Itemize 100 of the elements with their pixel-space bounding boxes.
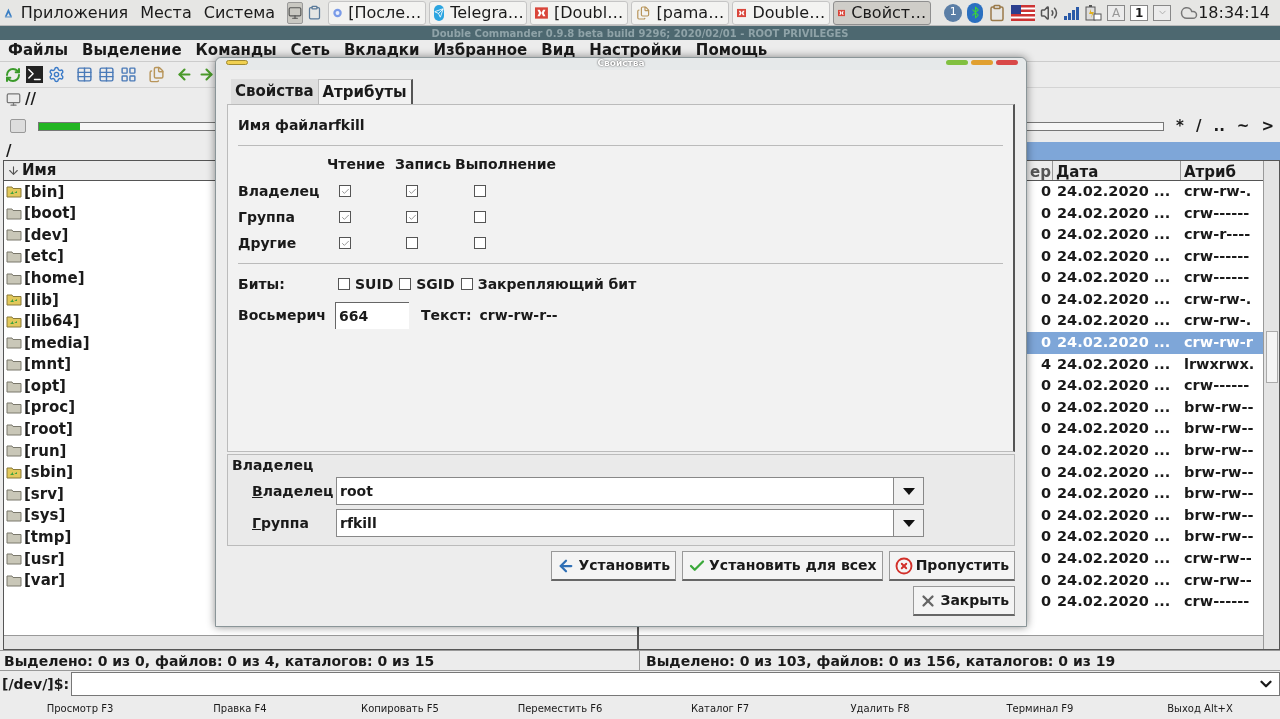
folder-name[interactable]: [home] [24,266,85,290]
folder-name[interactable]: [bin] [24,180,65,204]
function-key-button[interactable]: Переместить F6 [480,700,640,716]
function-key-button[interactable]: Каталог F7 [640,700,800,716]
checkbox[interactable] [339,237,351,249]
table-icon[interactable] [98,66,115,83]
grid-icon[interactable] [120,66,137,83]
task-button[interactable]: Telegra… [429,0,528,25]
clipboard-icon[interactable] [988,3,1007,22]
speaker-icon[interactable] [1040,3,1059,22]
folder-name[interactable]: [srv] [24,482,64,506]
checkbox[interactable] [339,185,351,197]
size-cell-text: 0 [1039,311,1052,331]
dialog-button[interactable]: Установить [551,551,677,581]
folder-name[interactable]: [var] [24,569,65,592]
checkbox-label[interactable]: SGID [416,273,455,295]
checkbox[interactable] [399,278,412,290]
folder-name[interactable]: [lib] [24,288,59,311]
folder-name[interactable]: [lib64] [24,310,80,333]
menu-item[interactable]: Выделение [82,39,182,62]
task-button[interactable]: Double… [732,0,831,25]
refresh-icon[interactable] [5,66,21,83]
notification-badge[interactable]: 1 [944,3,963,22]
function-key-button[interactable]: Просмотр F3 [0,700,160,716]
task-button[interactable]: [Doubl… [530,0,629,25]
close-button[interactable] [996,60,1018,65]
scrollbar-thumb[interactable] [1265,331,1278,383]
function-key-button[interactable]: Терминал F9 [960,700,1120,716]
folder-name[interactable]: [dev] [24,223,69,247]
folder-name[interactable]: [usr] [24,547,65,571]
function-key-button[interactable]: Копировать F5 [320,700,480,716]
table-icon[interactable] [76,66,93,83]
folder-name[interactable]: [sys] [24,504,66,527]
folder-name[interactable]: [media] [24,331,90,355]
panel-menu[interactable]: Места [140,0,192,25]
path-shortcut[interactable]: ~ [1236,114,1250,138]
checkbox[interactable] [406,211,418,223]
dialog-button[interactable]: Закрыть [913,586,1015,616]
panel-menu[interactable]: Приложения [20,0,129,25]
folder-name[interactable]: [sbin] [24,461,74,484]
checkbox[interactable] [460,278,473,290]
dropdown-field[interactable]: rfkill [336,509,924,537]
checkbox-label[interactable]: Закрепляющий бит [477,273,637,295]
window-menu-button[interactable] [226,60,248,65]
function-key-button[interactable]: Правка F4 [160,700,320,716]
forward-icon[interactable] [198,66,215,83]
battery-icon[interactable] [1084,3,1103,22]
octal-input[interactable]: 664 [335,302,409,329]
launcher-button[interactable] [287,1,304,24]
drive-button[interactable] [10,119,26,133]
path-shortcut[interactable]: / [1195,114,1202,138]
menu-item[interactable]: Файлы [8,39,69,62]
flag-icon[interactable] [1011,4,1036,21]
folder-name[interactable]: [run] [24,439,67,463]
checkbox[interactable] [474,211,486,223]
date-cell-text: 24.02.2020 ... [1056,354,1172,374]
path-shortcut[interactable]: .. [1213,114,1225,138]
dropdown-field[interactable]: root [336,477,924,505]
folder-name[interactable]: [opt] [24,374,66,398]
folder-name[interactable]: [tmp] [24,526,72,549]
path-shortcut[interactable]: > [1261,114,1274,138]
folder-name[interactable]: [root] [24,418,73,441]
column-header[interactable]: Дата [1053,161,1181,180]
task-button[interactable]: [После… [328,0,427,25]
panel-menu[interactable]: Система [203,0,276,25]
checkbox[interactable] [474,237,486,249]
size-cell-text: 0 [1039,246,1052,266]
horizontal-scrollbar[interactable] [4,635,637,649]
dialog-button[interactable]: Пропустить [888,551,1015,581]
function-key-button[interactable]: Выход Alt+X [1120,700,1280,716]
back-icon[interactable] [176,66,193,83]
path-shortcut[interactable]: * [1176,114,1184,138]
terminal-icon[interactable] [26,66,43,83]
network-drive-icon[interactable] [6,91,21,107]
checkbox[interactable] [406,237,418,249]
folder-name[interactable]: [mnt] [24,353,72,376]
checkbox-label[interactable]: SUID [355,273,394,295]
folder-name[interactable]: [boot] [24,202,77,225]
checkbox[interactable] [406,185,418,197]
checkbox[interactable] [338,278,350,290]
task-button[interactable]: Свойст… [833,0,932,25]
dialog-button[interactable]: Установить для всех [682,551,883,581]
function-key-button[interactable]: Удалить F8 [800,700,960,716]
checkbox[interactable] [339,211,351,223]
tab[interactable]: Атрибуты [317,79,413,104]
folder-name[interactable]: [proc] [24,396,76,419]
task-button[interactable]: [pama… [631,0,730,25]
vertical-scrollbar[interactable] [1263,161,1279,649]
tab[interactable]: Свойства [231,79,318,104]
bluetooth-icon[interactable] [967,2,984,23]
settings-icon[interactable] [48,66,65,83]
folder-name[interactable]: [etc] [24,245,64,268]
horizontal-scrollbar[interactable] [639,635,1263,649]
checkbox[interactable] [474,185,486,197]
column-header[interactable]: Атриб [1181,161,1263,180]
command-input[interactable] [71,672,1280,696]
column-header[interactable]: ер [1029,161,1053,180]
folder-icon [6,228,22,242]
signal-icon[interactable] [1063,4,1080,21]
clock[interactable]: 18:34:14 [1198,0,1270,25]
